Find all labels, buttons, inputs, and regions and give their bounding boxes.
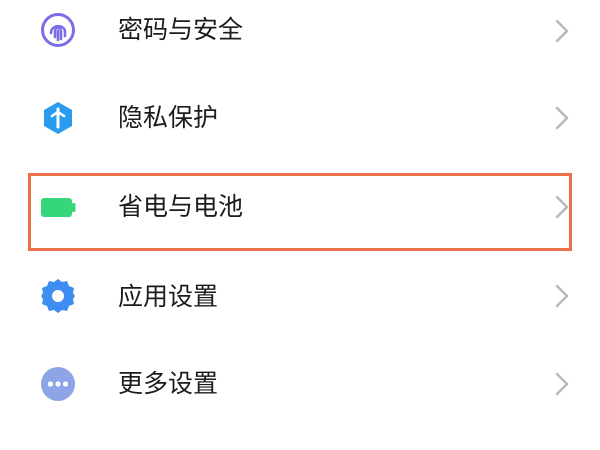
chevron-right-icon [553, 194, 571, 220]
settings-item-privacy[interactable]: 隐私保护 [0, 74, 600, 162]
privacy-shield-icon [40, 100, 76, 136]
settings-item-more-settings[interactable]: 更多设置 [0, 340, 600, 428]
chevron-right-icon [553, 283, 571, 309]
chevron-right-icon [553, 18, 571, 44]
settings-item-label: 应用设置 [118, 282, 219, 311]
battery-icon [40, 189, 76, 225]
settings-item-app-settings[interactable]: 应用设置 [0, 252, 600, 340]
settings-item-battery[interactable]: 省电与电池 [0, 163, 600, 251]
chevron-right-icon [553, 371, 571, 397]
fingerprint-icon [40, 12, 76, 48]
settings-list: 密码与安全 隐私保护 省电与电池 应用设置 更多设置 [0, 0, 600, 450]
settings-item-label: 更多设置 [118, 369, 219, 398]
settings-item-label: 省电与电池 [118, 192, 244, 221]
more-dots-icon [40, 366, 76, 402]
chevron-right-icon [553, 105, 571, 131]
settings-item-label: 密码与安全 [118, 15, 244, 44]
settings-item-label: 隐私保护 [118, 103, 219, 132]
settings-item-password-security[interactable]: 密码与安全 [0, 0, 600, 74]
gear-icon [40, 278, 76, 314]
